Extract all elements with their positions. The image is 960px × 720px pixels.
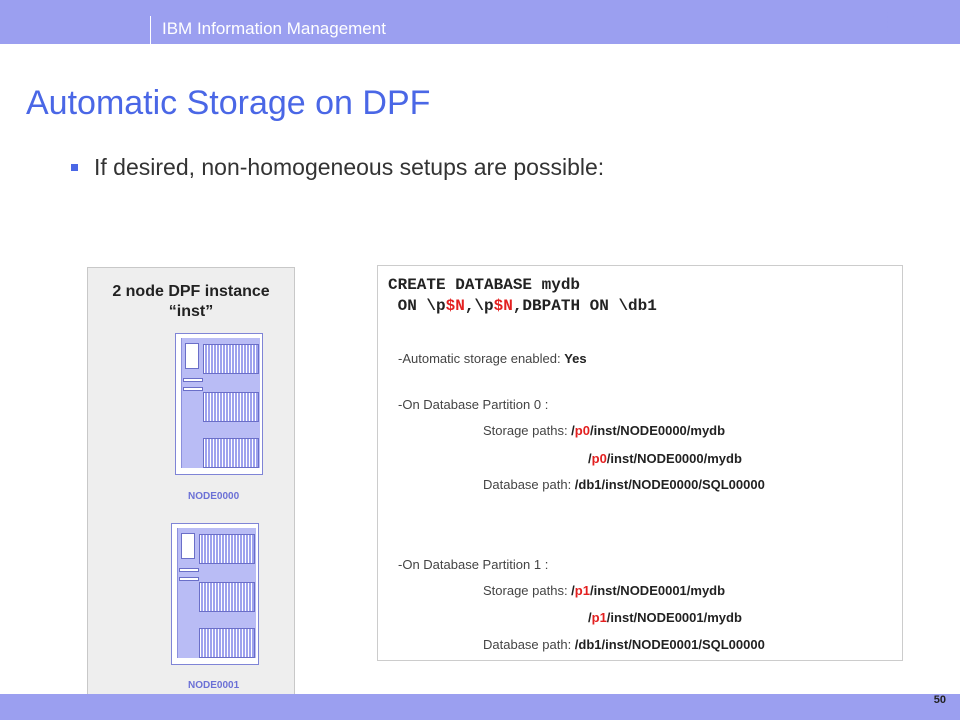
storage-path-line: /p0/inst/NODE0000/mydb — [588, 451, 742, 466]
auto-storage-line: -Automatic storage enabled: Yes — [398, 351, 587, 366]
storage-paths-label: Storage paths: — [483, 423, 572, 438]
server-drive — [199, 628, 255, 658]
server-drive — [203, 344, 259, 374]
database-path-value: /db1/inst/NODE0001/SQL00000 — [574, 637, 765, 652]
path-fragment: /inst/NODE0000/mydb — [589, 423, 726, 438]
server-drive — [199, 582, 255, 612]
code-fragment: ON \p — [388, 297, 446, 315]
header-title: IBM Information Management — [162, 19, 386, 38]
storage-paths-line: Storage paths: /p0/inst/NODE0000/mydb — [483, 423, 725, 438]
dpf-title-line2: “inst” — [168, 303, 214, 320]
storage-path: /p0/inst/NODE0000/mydb — [588, 451, 742, 466]
storage-paths-label: Storage paths: — [483, 583, 572, 598]
footer-bar — [0, 694, 960, 720]
dpf-instance-panel: 2 node DPF instance “inst” NODE0000 NODE… — [87, 267, 295, 707]
database-path-value: /db1/inst/NODE0000/SQL00000 — [574, 477, 765, 492]
partition-heading: -On Database Partition 1 : — [398, 557, 549, 572]
server-tray — [179, 568, 199, 572]
path-highlight: p1 — [574, 583, 590, 598]
server-drive — [199, 534, 255, 564]
code-fragment: ,\p — [464, 297, 494, 315]
storage-paths-line: Storage paths: /p1/inst/NODE0001/mydb — [483, 583, 725, 598]
storage-path: /p1/inst/NODE0001/mydb — [571, 583, 725, 598]
path-fragment: /inst/NODE0001/mydb — [606, 610, 742, 625]
server-drive — [203, 392, 259, 422]
server-control-panel — [185, 343, 199, 369]
ibm-logo: IBM — [876, 6, 934, 39]
node-label-1: NODE0001 — [188, 680, 240, 691]
server-icon — [171, 523, 259, 665]
code-panel: CREATE DATABASE mydb ON \p$N,\p$N,DBPATH… — [377, 265, 903, 661]
server-icon — [175, 333, 263, 475]
code-fragment: ,DBPATH ON \db1 — [512, 297, 657, 315]
database-path-line: Database path: /db1/inst/NODE0000/SQL000… — [483, 477, 765, 492]
code-variable: $N — [493, 297, 513, 315]
server-tray — [179, 577, 199, 581]
database-path-label: Database path: — [483, 477, 575, 492]
path-highlight: p0 — [591, 451, 607, 466]
path-fragment: /inst/NODE0001/mydb — [589, 583, 726, 598]
partition-heading: -On Database Partition 0 : — [398, 397, 549, 412]
server-tray — [183, 378, 203, 382]
dpf-title-line1: 2 node DPF instance — [112, 283, 270, 300]
storage-path-line: /p1/inst/NODE0001/mydb — [588, 610, 742, 625]
server-tray — [183, 387, 203, 391]
server-face — [181, 338, 260, 468]
storage-path: /p1/inst/NODE0001/mydb — [588, 610, 742, 625]
code-line-1: CREATE DATABASE mydb — [388, 276, 581, 294]
dpf-instance-title: 2 node DPF instance “inst” — [88, 282, 294, 322]
header-divider — [150, 16, 151, 44]
server-face — [177, 528, 256, 658]
database-path-label: Database path: — [483, 637, 575, 652]
bullet-marker-icon — [71, 164, 78, 171]
server-drive — [203, 438, 259, 468]
auto-storage-label: -Automatic storage enabled: — [398, 351, 565, 366]
path-highlight: p0 — [574, 423, 590, 438]
auto-storage-value: Yes — [564, 351, 587, 366]
server-control-panel — [181, 533, 195, 559]
storage-path: /p0/inst/NODE0000/mydb — [571, 423, 725, 438]
page-title: Automatic Storage on DPF — [26, 84, 431, 122]
bullet-text: If desired, non-homogeneous setups are p… — [94, 154, 605, 180]
page-number: 50 — [933, 694, 946, 706]
path-highlight: p1 — [591, 610, 607, 625]
database-path-line: Database path: /db1/inst/NODE0001/SQL000… — [483, 637, 765, 652]
path-fragment: /inst/NODE0000/mydb — [606, 451, 742, 466]
node-label-0: NODE0000 — [188, 491, 240, 502]
header-bar — [0, 0, 960, 44]
code-variable: $N — [445, 297, 465, 315]
code-line-2: ON \p$N,\p$N,DBPATH ON \db1 — [388, 297, 657, 315]
